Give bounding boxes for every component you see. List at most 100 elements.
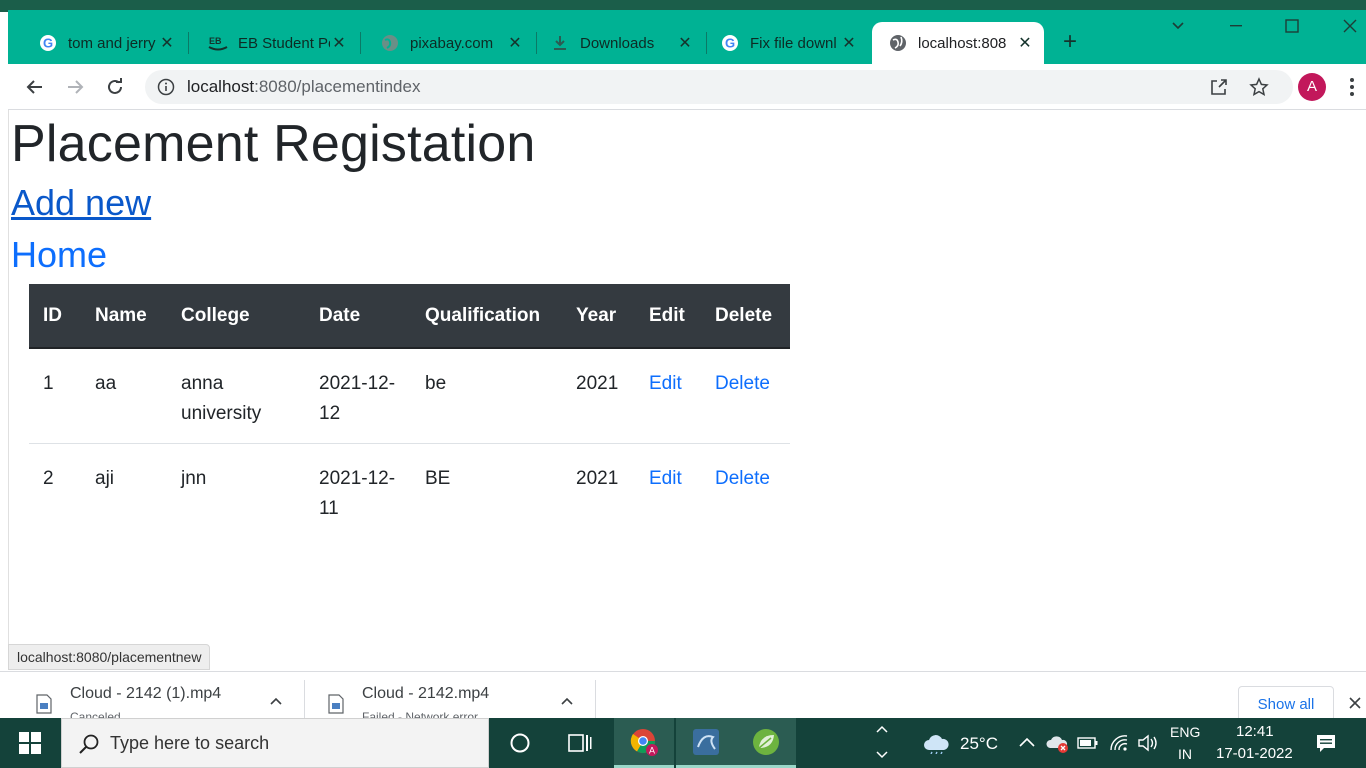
edit-link[interactable]: Edit (649, 468, 682, 489)
volume-icon[interactable] (1136, 732, 1160, 754)
close-tab-icon[interactable]: ✕ (330, 33, 348, 53)
reload-icon[interactable] (102, 74, 128, 100)
chevron-up-icon[interactable] (559, 694, 575, 710)
globe-icon (888, 33, 908, 53)
download-item[interactable]: Cloud - 2142.mp4 Failed - Network error (292, 672, 592, 718)
cell-id: 1 (29, 348, 81, 444)
windows-start-icon[interactable] (0, 718, 60, 768)
tab-label: localhost:808 (918, 34, 1007, 52)
download-divider (595, 680, 596, 718)
tab-label: pixabay.com (410, 34, 494, 52)
svg-text:A: A (649, 745, 655, 755)
profile-avatar[interactable]: A (1298, 73, 1326, 101)
weather-cloud-icon[interactable] (922, 732, 950, 755)
tab-fix-file-download[interactable]: G Fix file downl ✕ (704, 22, 868, 64)
close-download-shelf-icon[interactable] (1346, 694, 1364, 712)
cell-year: 2021 (576, 468, 619, 489)
browser-toolbar: localhost:8080/placementindex A (8, 64, 1366, 110)
chrome-taskbar-icon[interactable]: A (614, 718, 674, 768)
weather-temperature[interactable]: 25°C (960, 734, 998, 754)
tab-localhost-active[interactable]: localhost:808 ✕ (872, 22, 1044, 64)
home-link[interactable]: Home (11, 234, 107, 276)
cell-college: anna university (167, 348, 305, 444)
header-id: ID (29, 284, 81, 349)
clock-date[interactable]: 17-01-2022 (1216, 745, 1293, 762)
page-content: Placement Registation Add new Home ID Na… (8, 110, 1366, 670)
language-region[interactable]: IN (1178, 746, 1192, 762)
edit-link[interactable]: Edit (649, 373, 682, 394)
menu-kebab-icon[interactable] (1342, 74, 1362, 100)
clock-time[interactable]: 12:41 (1236, 723, 1274, 740)
onedrive-error-icon[interactable] (1046, 732, 1070, 754)
header-date: Date (305, 284, 411, 349)
site-info-icon[interactable] (157, 78, 175, 96)
url-host: localhost (187, 77, 255, 96)
tab-tom-and-jerry[interactable]: G tom and jerry ✕ (22, 22, 186, 64)
tab-search-icon[interactable] (1158, 18, 1198, 48)
share-icon[interactable] (1209, 77, 1231, 99)
cell-name: aji (95, 468, 115, 489)
download-status: Canceled (70, 710, 121, 718)
header-edit: Edit (635, 284, 701, 349)
tab-eb-student-portal[interactable]: EB EB Student Po ✕ (192, 22, 358, 64)
cell-college: jnn (181, 468, 207, 489)
close-tab-icon[interactable]: ✕ (840, 33, 858, 53)
tab-separator (360, 32, 361, 54)
eb-logo-icon: EB (208, 33, 228, 53)
browser-window: G tom and jerry ✕ EB EB Student Po ✕ pix… (8, 10, 1366, 110)
add-new-link[interactable]: Add new (11, 182, 151, 224)
new-tab-button[interactable]: + (1058, 28, 1082, 56)
chevron-up-tray-icon[interactable] (1018, 732, 1036, 754)
notification-center-icon[interactable] (1314, 732, 1338, 754)
maximize-icon[interactable] (1272, 18, 1312, 48)
battery-icon[interactable] (1076, 732, 1100, 754)
header-qualification: Qualification (411, 284, 562, 349)
close-tab-icon[interactable]: ✕ (676, 33, 694, 53)
cell-name: aa (81, 348, 167, 444)
cortana-icon[interactable] (490, 718, 550, 768)
language-code[interactable]: ENG (1170, 724, 1200, 740)
bookmark-star-icon[interactable] (1249, 77, 1271, 99)
taskbar-scroll-icon[interactable] (873, 722, 891, 762)
tab-downloads[interactable]: Downloads ✕ (534, 22, 704, 64)
table-row: 2 aji jnn 2021-12-11 BE 2021 Edit Delete (29, 444, 790, 539)
download-status: Failed - Network error (362, 710, 479, 718)
delete-link[interactable]: Delete (715, 468, 770, 489)
mysql-workbench-icon[interactable] (676, 718, 736, 768)
cell-qualification: BE (425, 468, 451, 489)
show-all-button[interactable]: Show all (1238, 686, 1334, 718)
video-file-icon (328, 694, 344, 714)
google-g-icon: G (38, 33, 58, 53)
header-college: College (167, 284, 305, 349)
forward-icon[interactable] (62, 74, 88, 100)
download-shelf: Cloud - 2142 (1).mp4 Canceled Cloud - 21… (0, 671, 1366, 718)
placement-table: ID Name College Date Qualification Year … (29, 284, 790, 538)
close-tab-icon[interactable]: ✕ (158, 33, 176, 53)
minimize-icon[interactable] (1216, 18, 1256, 48)
cell-year: 2021 (562, 348, 635, 444)
tab-strip: G tom and jerry ✕ EB EB Student Po ✕ pix… (8, 10, 1366, 64)
chevron-up-icon[interactable] (268, 694, 284, 710)
close-tab-icon[interactable]: ✕ (506, 33, 524, 53)
download-icon (550, 33, 570, 53)
close-tab-icon[interactable]: ✕ (1016, 33, 1034, 53)
taskbar-search-box[interactable]: Type here to search (61, 718, 489, 768)
spring-tool-suite-icon[interactable] (736, 718, 796, 768)
tab-label: Downloads (580, 34, 655, 52)
tab-pixabay[interactable]: pixabay.com ✕ (364, 22, 534, 64)
svg-text:G: G (725, 36, 735, 51)
url-text[interactable]: localhost:8080/placementindex (187, 77, 420, 97)
back-icon[interactable] (22, 74, 48, 100)
wifi-icon[interactable] (1108, 732, 1130, 754)
download-item[interactable]: Cloud - 2142 (1).mp4 Canceled (0, 672, 300, 718)
header-delete: Delete (701, 284, 790, 349)
task-view-icon[interactable] (550, 718, 610, 768)
search-placeholder: Type here to search (110, 733, 270, 753)
close-window-icon[interactable] (1330, 18, 1366, 48)
cell-date: 2021-12-12 (305, 348, 411, 444)
tab-separator (188, 32, 189, 54)
table-header: ID Name College Date Qualification Year … (29, 284, 790, 349)
address-bar[interactable]: localhost:8080/placementindex (145, 70, 1293, 104)
delete-link[interactable]: Delete (715, 373, 770, 394)
google-g-icon: G (720, 33, 740, 53)
